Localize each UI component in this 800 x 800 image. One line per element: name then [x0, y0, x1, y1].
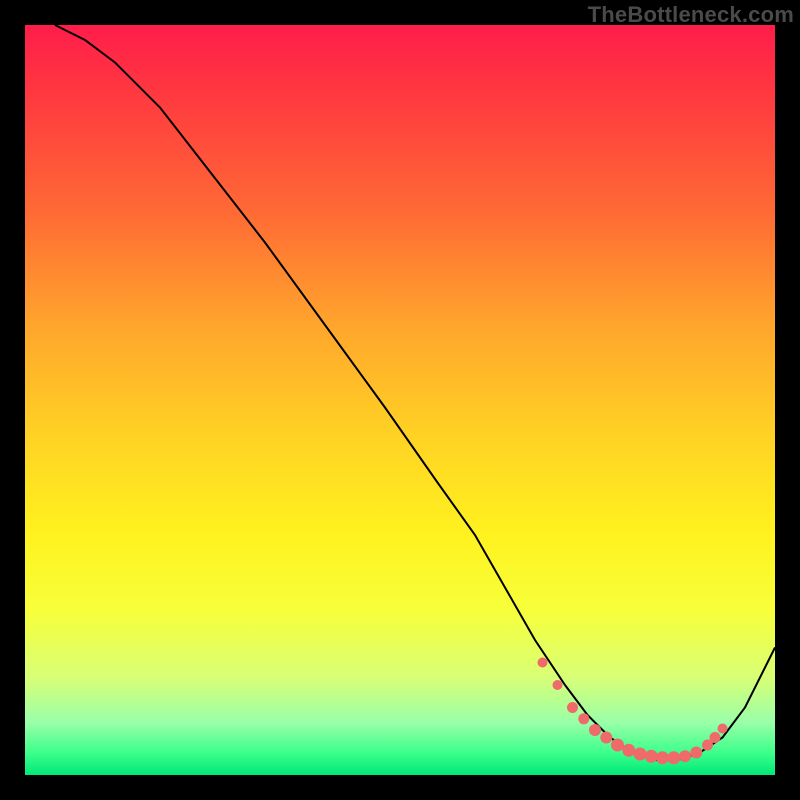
- attribution-watermark: TheBottleneck.com: [588, 2, 794, 28]
- optimal-dot: [634, 748, 647, 761]
- plot-area: [25, 25, 775, 775]
- optimal-dot: [589, 724, 601, 736]
- optimal-dot: [656, 751, 669, 764]
- optimal-dot: [622, 744, 635, 757]
- optimal-dot: [645, 750, 658, 763]
- optimal-dot: [600, 732, 612, 744]
- chart-frame: TheBottleneck.com: [0, 0, 800, 800]
- optimal-dot: [553, 680, 563, 690]
- optimal-dot: [679, 750, 691, 762]
- optimal-dot: [538, 658, 548, 668]
- optimal-dot: [611, 739, 624, 752]
- optimal-dot: [578, 713, 589, 724]
- bottleneck-curve: [55, 25, 775, 760]
- optimal-markers: [538, 658, 728, 765]
- optimal-dot: [710, 732, 721, 743]
- optimal-dot: [567, 702, 578, 713]
- optimal-dot: [690, 747, 702, 759]
- optimal-dot: [718, 724, 728, 734]
- chart-svg: [25, 25, 775, 775]
- optimal-dot: [667, 751, 680, 764]
